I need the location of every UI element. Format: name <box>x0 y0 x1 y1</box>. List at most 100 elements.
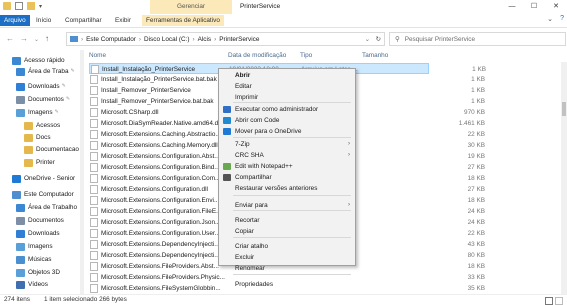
properties-icon[interactable] <box>15 2 23 10</box>
column-header-size[interactable]: Tamanho <box>362 52 388 59</box>
menu-item[interactable]: Renomear <box>219 263 355 274</box>
menu-item[interactable]: Compartilhar <box>219 172 355 183</box>
pin-icon[interactable]: ✎ <box>66 94 70 105</box>
file-size: 1 KB <box>471 87 485 94</box>
sidebar-item[interactable]: Documentacao <box>24 144 79 155</box>
forward-arrow-icon[interactable]: → <box>20 34 28 43</box>
tab-exibir[interactable]: Exibir <box>111 15 135 26</box>
menu-item[interactable]: Mover para o OneDrive <box>219 126 355 137</box>
menu-item[interactable]: Executar como administrador <box>219 104 355 115</box>
up-arrow-icon[interactable]: ↑ <box>45 34 49 43</box>
file-icon <box>90 251 98 260</box>
folder-icon <box>16 255 25 264</box>
sidebar-item[interactable]: Músicas <box>16 254 51 265</box>
sidebar-item[interactable]: Printer <box>24 157 55 168</box>
address-bar[interactable]: › Este Computador › Disco Local (C:) › A… <box>66 32 385 46</box>
file-list-scrollbar[interactable] <box>561 62 567 294</box>
tab-arquivo[interactable]: Arquivo <box>0 15 30 26</box>
folder-icon <box>12 56 21 65</box>
sidebar-item-label: Printer <box>36 159 55 166</box>
menu-item[interactable]: Excluir <box>219 252 355 263</box>
sidebar-item[interactable]: Imagens <box>16 241 53 252</box>
file-icon <box>90 273 98 282</box>
folder-icon <box>16 216 25 225</box>
file-name: Microsoft.Extensions.FileProviders.Physi… <box>101 274 225 281</box>
help-icon[interactable]: ? <box>560 15 564 22</box>
breadcrumb-alcis[interactable]: Alcis <box>198 36 212 43</box>
sidebar-item-label: Músicas <box>28 256 52 263</box>
tab-inicio[interactable]: Início <box>32 15 55 26</box>
column-header-type[interactable]: Tipo <box>300 52 312 59</box>
menu-item[interactable]: Criar atalho <box>219 241 355 252</box>
sidebar-item[interactable]: Acessos <box>24 120 60 131</box>
menu-item[interactable]: Restaurar versões anteriores <box>219 183 355 194</box>
menu-item-label: Edit with Notepad++ <box>235 163 293 170</box>
sidebar-item[interactable]: Imagens ✎ <box>16 107 59 118</box>
sidebar-item[interactable]: Este Computador <box>12 189 74 200</box>
menu-item[interactable]: Edit with Notepad++ <box>219 161 355 172</box>
breadcrumb-disco-local[interactable]: Disco Local (C:) <box>144 36 189 43</box>
pin-icon[interactable]: ✎ <box>71 66 75 77</box>
folder-icon <box>16 203 25 212</box>
folder-icon <box>16 268 25 277</box>
new-folder-icon[interactable] <box>27 2 35 10</box>
menu-item[interactable]: Copiar <box>219 226 355 237</box>
sidebar-item-label: Este Computador <box>24 191 74 198</box>
qat-dropdown-icon[interactable]: ▾ <box>39 3 42 10</box>
menu-item[interactable]: Editar <box>219 81 355 92</box>
sidebar-item[interactable]: Área de Trabalho <box>16 202 77 213</box>
sidebar-item[interactable]: Acesso rápido <box>12 55 65 66</box>
menu-item[interactable]: Abrir <box>219 70 355 81</box>
sidebar-item-label: Downloads <box>28 83 60 90</box>
sidebar-item-label: Docs <box>36 134 51 141</box>
file-name: Microsoft.Extensions.Caching.Memory.dll <box>101 142 218 149</box>
back-arrow-icon[interactable]: ← <box>6 34 14 43</box>
sidebar-item[interactable]: Downloads <box>16 228 60 239</box>
sidebar-item[interactable]: Objetos 3D <box>16 267 60 278</box>
quick-access-toolbar: ▾ <box>3 2 42 10</box>
menu-item[interactable]: CRC SHA › <box>219 150 355 161</box>
file-name: Microsoft.Extensions.Configuration.FileE… <box>101 208 222 215</box>
address-dropdown-icon[interactable]: ⌄ <box>365 35 370 43</box>
column-header-name[interactable]: Nome <box>89 52 106 59</box>
recent-dropdown-icon[interactable]: ⌄ <box>34 36 39 43</box>
breadcrumb-printerservice[interactable]: PrinterService <box>219 36 259 43</box>
close-button[interactable]: ✕ <box>545 0 567 14</box>
file-icon <box>90 86 98 95</box>
expand-ribbon-icon[interactable]: ⌄ <box>547 15 553 23</box>
tab-compartilhar[interactable]: Compartilhar <box>61 15 106 26</box>
sidebar-item[interactable]: OneDrive - Senior <box>12 173 75 184</box>
menu-item[interactable]: Abrir com Code <box>219 115 355 126</box>
sidebar-item[interactable]: Área de Traba ✎ <box>16 66 75 77</box>
tab-ferramentas[interactable]: Ferramentas de Aplicativo <box>142 15 224 26</box>
menu-item[interactable]: Propriedades <box>219 279 355 290</box>
column-header-date[interactable]: Data de modificação <box>228 52 286 59</box>
minimize-button[interactable]: — <box>501 0 523 14</box>
pin-icon[interactable]: ✎ <box>55 107 59 118</box>
file-size: 27 KB <box>467 186 485 193</box>
search-box[interactable]: ⚲ Pesquisar PrinterService <box>389 32 566 46</box>
file-icon <box>90 130 98 139</box>
file-size: 970 KB <box>464 109 485 116</box>
sidebar-item[interactable]: Downloads ✎ <box>16 81 66 92</box>
menu-item-label: Criar atalho <box>235 243 269 250</box>
menu-item[interactable]: Recortar <box>219 215 355 226</box>
breadcrumb-este-computador[interactable]: Este Computador <box>86 36 136 43</box>
sidebar-item[interactable]: Documentos ✎ <box>16 94 70 105</box>
folder-icon <box>16 67 25 76</box>
menu-item[interactable]: 7-Zip › <box>219 139 355 150</box>
sidebar-item[interactable]: Documentos <box>16 215 64 226</box>
file-size: 30 KB <box>467 142 485 149</box>
maximize-button[interactable]: ☐ <box>523 0 545 14</box>
refresh-icon[interactable]: ↻ <box>376 35 381 43</box>
scrollbar-thumb[interactable] <box>562 102 566 116</box>
menu-item-icon <box>223 163 231 170</box>
sidebar-item[interactable]: Vídeos <box>16 279 48 290</box>
search-input[interactable]: Pesquisar PrinterService <box>405 36 475 43</box>
file-size: 43 KB <box>467 241 485 248</box>
folder-icon <box>24 145 33 154</box>
pin-icon[interactable]: ✎ <box>62 81 66 92</box>
window-title: PrinterService <box>240 3 281 10</box>
nav-scrollbar[interactable] <box>80 50 84 294</box>
sidebar-item[interactable]: Docs <box>24 132 51 143</box>
